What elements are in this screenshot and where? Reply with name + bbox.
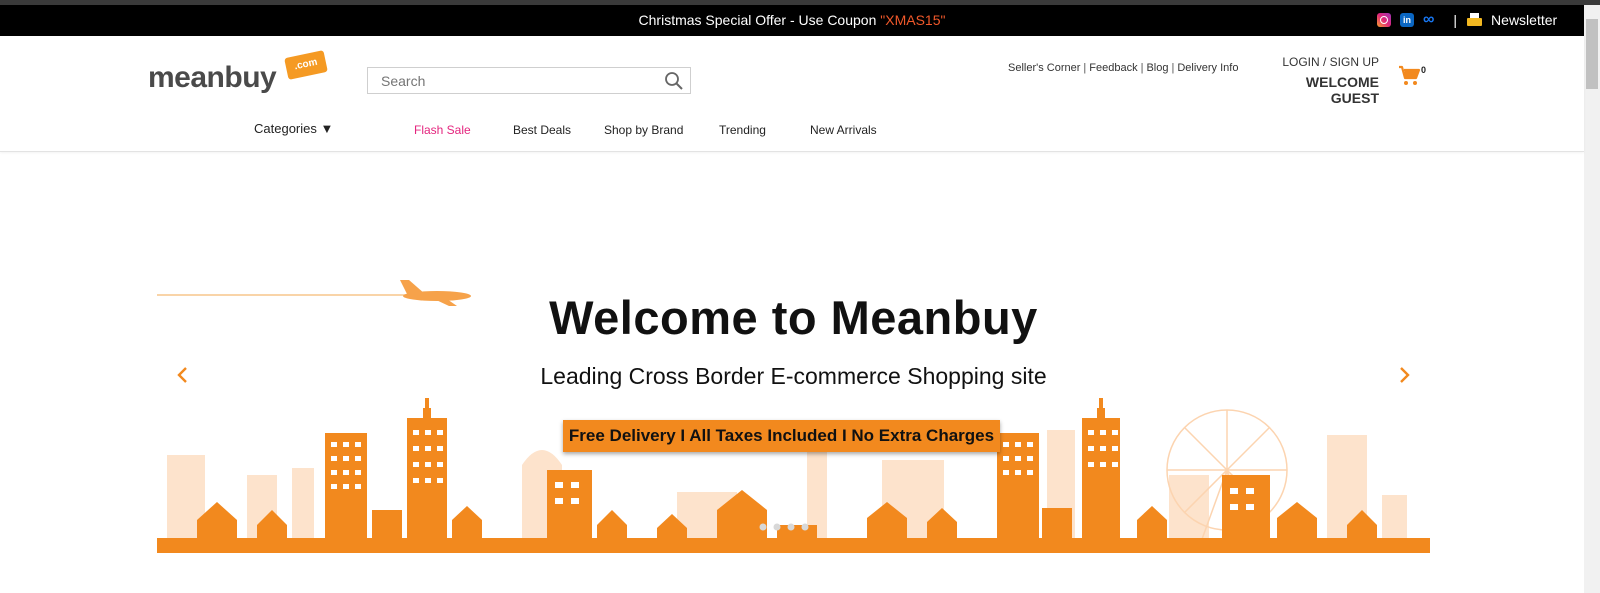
hero-subtitle: Leading Cross Border E-commerce Shopping… — [540, 363, 1047, 389]
hero-title: Welcome to Meanbuy — [549, 291, 1038, 344]
search-input[interactable] — [368, 68, 658, 93]
promo-offer: Christmas Special Offer - Use Coupon "XM… — [0, 12, 1584, 28]
feedback-link[interactable]: Feedback — [1089, 62, 1137, 74]
link-separator: | — [1083, 62, 1087, 74]
link-separator: | — [1140, 62, 1144, 74]
logo-tag: .com — [284, 50, 328, 80]
login-signup-link[interactable]: LOGIN / SIGN UP — [1259, 55, 1379, 69]
page-scrollbar[interactable] — [1584, 5, 1600, 593]
nav-best-deals[interactable]: Best Deals — [513, 123, 571, 137]
linkedin-icon[interactable]: in — [1400, 13, 1414, 27]
promo-text: Christmas Special Offer - Use Coupon — [638, 12, 881, 28]
blog-link[interactable]: Blog — [1146, 62, 1168, 74]
site-logo[interactable]: meanbuy .com — [148, 50, 328, 98]
cart-icon[interactable] — [1397, 64, 1421, 88]
printer-icon[interactable] — [1467, 13, 1483, 27]
meta-icon[interactable]: ∞ — [1423, 12, 1434, 28]
account-area: LOGIN / SIGN UP WELCOME GUEST — [1259, 55, 1379, 106]
sellers-corner-link[interactable]: Seller's Corner — [1008, 62, 1080, 74]
header-links: Seller's Corner | Feedback | Blog | Delivery I… — [1008, 62, 1238, 74]
promo-bar: Christmas Special Offer - Use Coupon "XM… — [0, 5, 1584, 36]
main-nav: Categories ▼ Flash Sale Best Deals Shop … — [0, 121, 1584, 149]
chevron-left-icon[interactable] — [173, 365, 193, 385]
delivery-info-link[interactable]: Delivery Info — [1177, 62, 1238, 74]
chevron-right-icon[interactable] — [1394, 365, 1414, 385]
categories-dropdown[interactable]: Categories ▼ — [254, 121, 333, 136]
promo-divider: | — [1453, 12, 1458, 28]
nav-trending[interactable]: Trending — [719, 123, 766, 137]
instagram-icon[interactable] — [1377, 13, 1391, 27]
hero-banner[interactable]: Welcome to Meanbuy Leading Cross Border … — [157, 270, 1430, 553]
link-separator: | — [1171, 62, 1175, 74]
logo-word: meanbuy — [148, 61, 277, 94]
welcome-text: WELCOME GUEST — [1305, 74, 1379, 106]
social-links: in ∞ | Newsletter — [1377, 12, 1557, 28]
nav-flash-sale[interactable]: Flash Sale — [414, 123, 471, 137]
nav-new-arrivals[interactable]: New Arrivals — [810, 123, 877, 137]
hero-badge: Free Delivery I All Taxes Included I No … — [563, 420, 1000, 452]
nav-shop-by-brand[interactable]: Shop by Brand — [604, 123, 683, 137]
cart-count: 0 — [1421, 65, 1427, 75]
search-box — [367, 67, 691, 94]
search-icon[interactable] — [664, 71, 684, 91]
scrollbar-thumb[interactable] — [1586, 19, 1598, 89]
coupon-code: "XMAS15" — [880, 12, 946, 28]
newsletter-link[interactable]: Newsletter — [1491, 12, 1557, 28]
